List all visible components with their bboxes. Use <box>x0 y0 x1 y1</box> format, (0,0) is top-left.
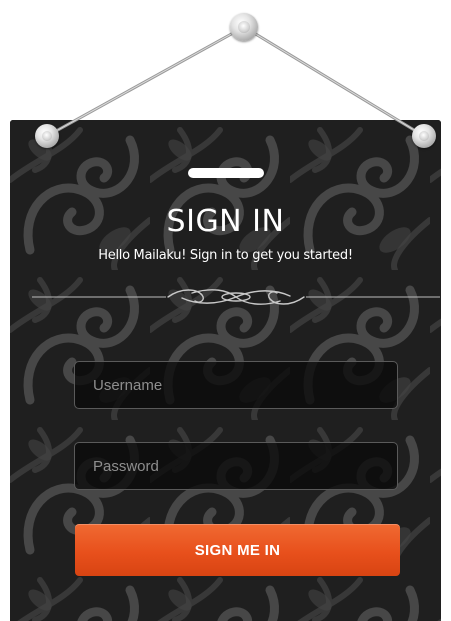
password-field[interactable] <box>74 442 398 490</box>
sign-in-stage: SIGN IN Hello Mailaku! Sign in to get yo… <box>0 0 451 621</box>
nail-pin-icon <box>412 124 436 148</box>
nail-pin-icon <box>35 124 59 148</box>
sign-in-board: SIGN IN Hello Mailaku! Sign in to get yo… <box>10 120 441 621</box>
sign-in-content: SIGN IN Hello Mailaku! Sign in to get yo… <box>10 120 441 621</box>
flourish-ornament-icon <box>32 289 440 305</box>
page-title: SIGN IN <box>166 204 285 239</box>
username-field[interactable] <box>74 361 398 409</box>
handle-bar <box>188 168 264 178</box>
welcome-subtitle: Hello Mailaku! Sign in to get you starte… <box>98 248 353 263</box>
sign-me-in-button[interactable]: SIGN ME IN <box>75 524 400 576</box>
nail-pin-icon <box>230 13 258 41</box>
